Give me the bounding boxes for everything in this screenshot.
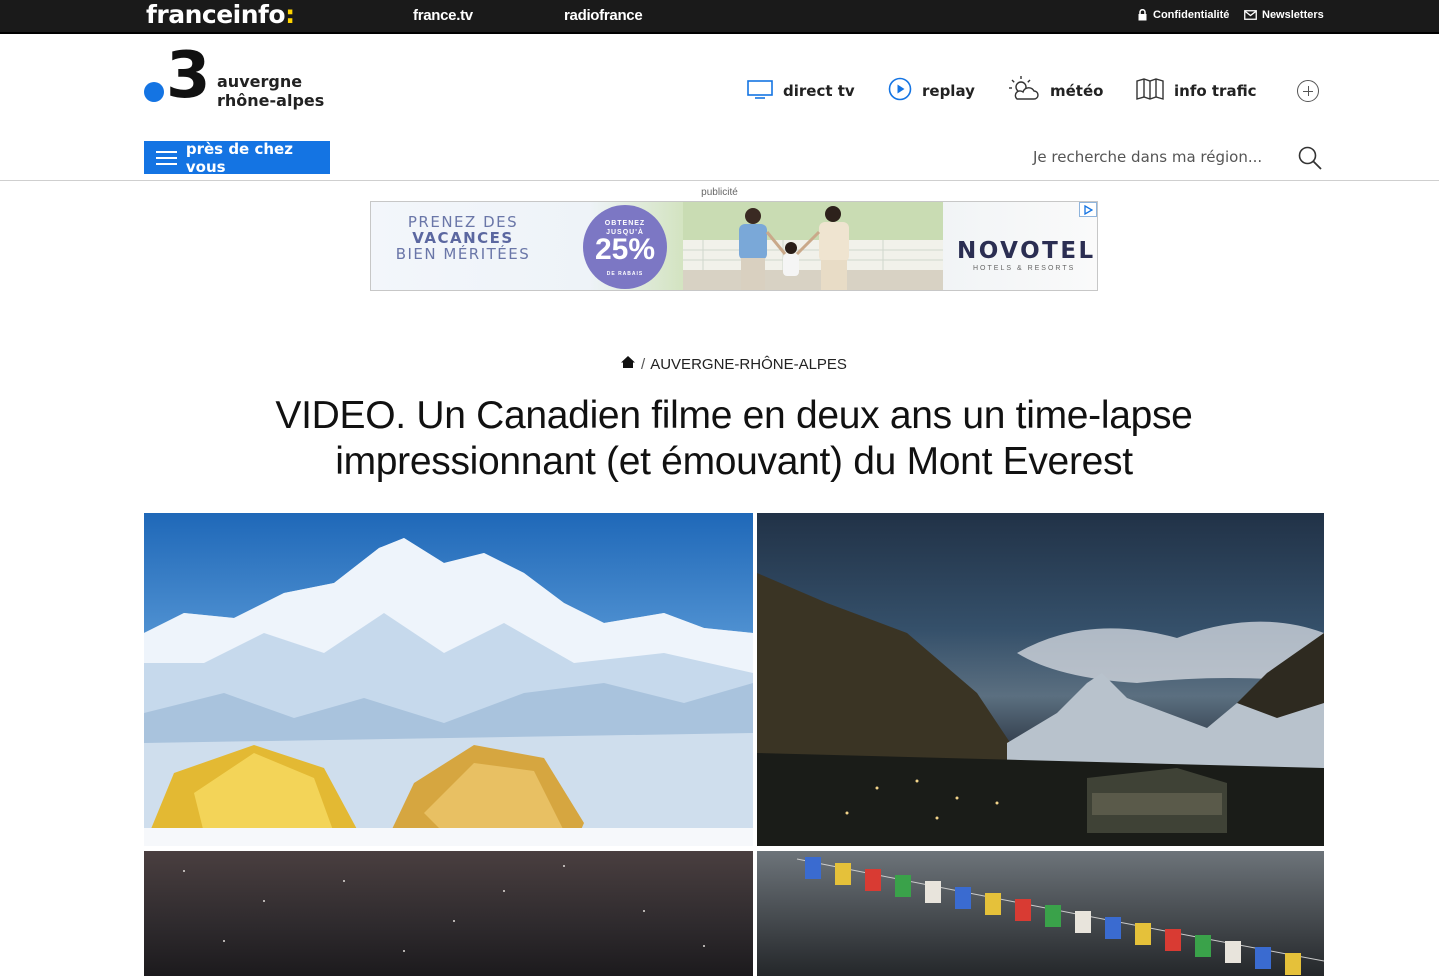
ad-brand-name: NOVOTEL: [957, 238, 1096, 264]
breadcrumb-separator: /: [641, 355, 646, 373]
privacy-label: Confidentialité: [1153, 9, 1230, 21]
ad-headline-line-1: PRENEZ DES: [407, 213, 519, 231]
nav-meteo[interactable]: météo: [1008, 76, 1103, 106]
logo-blue-dot: [144, 82, 164, 102]
prayer-flags-photo[interactable]: [757, 851, 1324, 976]
everest-tents-photo[interactable]: [144, 513, 753, 846]
nav-direct-tv[interactable]: direct tv: [747, 76, 855, 106]
ad-badge-value: 25%: [594, 233, 656, 266]
tv-screen-icon: [747, 78, 773, 104]
region-line-2: rhône-alpes: [217, 91, 325, 110]
nav-replay-label: replay: [922, 82, 975, 100]
franceinfo-logo-text: franceinfo: [146, 0, 286, 29]
france3-logo[interactable]: 3: [144, 44, 214, 116]
everest-starry-sky-photo[interactable]: [144, 851, 753, 976]
lock-icon: [1137, 9, 1148, 21]
play-circle-icon: [888, 77, 912, 105]
adchoices-icon[interactable]: [1079, 202, 1097, 217]
ad-badge-footer: DE RABAIS: [606, 271, 644, 277]
ad-family-photo: [683, 202, 943, 290]
ad-headline-line-3: BIEN MÉRITÉES: [395, 245, 531, 263]
newsletters-link[interactable]: Newsletters: [1244, 9, 1324, 21]
search-input[interactable]: Je recherche dans ma région...: [1033, 148, 1262, 166]
ad-headline: PRENEZ DES VACANCES BIEN MÉRITÉES: [393, 214, 533, 262]
pres-de-chez-vous-button[interactable]: près de chez vous: [144, 139, 330, 176]
article-title-line-1: VIDEO. Un Canadien filme en deux ans un …: [275, 394, 1193, 437]
region-line-1: auvergne: [217, 72, 303, 91]
privacy-link[interactable]: Confidentialité: [1137, 9, 1229, 21]
ad-label: publicité: [701, 187, 738, 198]
ad-brand-subtitle: HOTELS & RESORTS: [973, 265, 1076, 272]
francetv-link[interactable]: france.tv: [413, 7, 473, 24]
article-title-line-2: impressionnant (et émouvant) du Mont Eve…: [335, 440, 1133, 483]
header-divider: [0, 180, 1439, 181]
ad-discount-badge: OBTENEZ JUSQU'À 25% DE RABAIS: [583, 205, 667, 289]
ad-badge-caption-line-1: OBTENEZ: [604, 220, 646, 227]
breadcrumb: / AUVERGNE-RHÔNE-ALPES: [0, 355, 1439, 373]
nav-meteo-label: météo: [1050, 82, 1104, 100]
sun-cloud-icon: [1008, 75, 1040, 107]
nav-info-trafic[interactable]: info trafic: [1136, 76, 1257, 106]
map-icon: [1136, 78, 1164, 104]
franceinfo-logo[interactable]: franceinfo:: [146, 0, 295, 30]
plus-circle-icon[interactable]: [1297, 80, 1319, 102]
newsletters-label: Newsletters: [1262, 9, 1324, 21]
franceinfo-logo-colon: :: [285, 0, 295, 29]
pres-de-chez-vous-label: près de chez vous: [185, 139, 293, 176]
envelope-icon: [1244, 10, 1257, 20]
breadcrumb-section-link[interactable]: AUVERGNE-RHÔNE-ALPES: [650, 356, 847, 373]
radiofrance-link[interactable]: radiofrance: [564, 7, 643, 24]
logo-number: 3: [166, 39, 211, 113]
region-name[interactable]: auvergne rhône-alpes: [217, 72, 324, 110]
nav-direct-tv-label: direct tv: [783, 82, 855, 100]
nav-replay[interactable]: replay: [888, 76, 975, 106]
ad-headline-line-2: VACANCES: [412, 229, 514, 247]
article-title: VIDEO. Un Canadien filme en deux ans un …: [144, 393, 1324, 485]
hamburger-icon: [156, 150, 177, 165]
top-bar: franceinfo: france.tv radiofrance Confid…: [0, 0, 1439, 34]
home-icon[interactable]: [620, 355, 636, 373]
search-icon[interactable]: [1297, 145, 1323, 176]
ad-banner[interactable]: PRENEZ DES VACANCES BIEN MÉRITÉES OBTENE…: [370, 201, 1098, 291]
everest-night-village-photo[interactable]: [757, 513, 1324, 846]
nav-info-trafic-label: info trafic: [1174, 82, 1257, 100]
